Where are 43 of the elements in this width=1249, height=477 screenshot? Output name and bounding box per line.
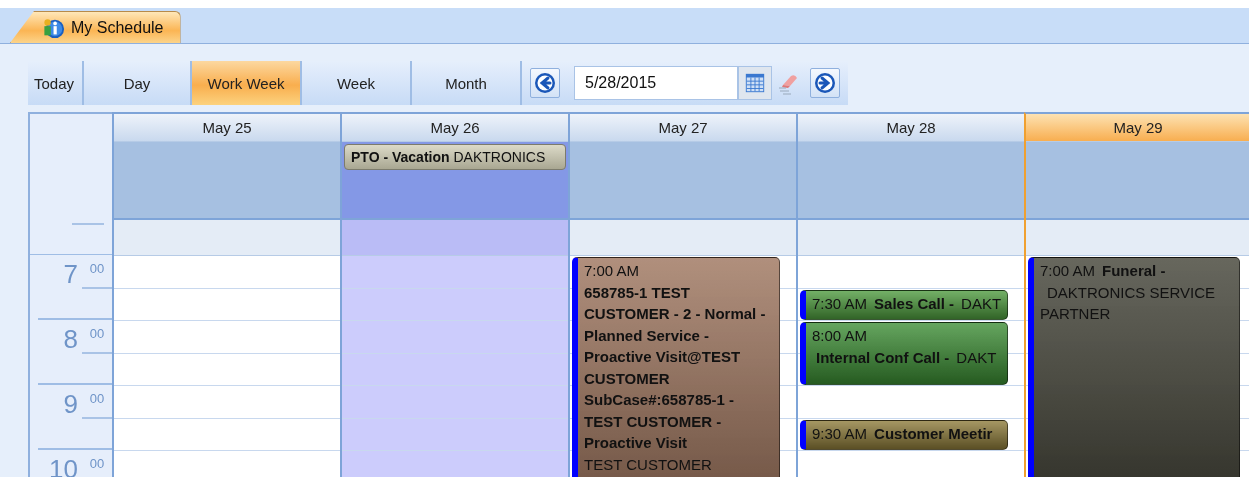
view-button[interactable]: Month — [412, 61, 522, 105]
appointment[interactable]: 9:30 AM Customer Meetir — [800, 419, 1008, 450]
time-slot[interactable] — [570, 220, 796, 256]
calendar-icon — [743, 72, 767, 94]
all-day-event[interactable]: PTO - Vacation DAKTRONICS — [344, 144, 566, 170]
time-slot[interactable] — [342, 220, 568, 256]
next-button[interactable] — [810, 68, 840, 98]
day-header: May 26 — [342, 114, 568, 142]
hour-label: 7 — [62, 258, 79, 291]
info-icon — [43, 16, 65, 39]
day-header: May 29 — [1026, 114, 1249, 142]
appointment-location: DAKT — [961, 294, 1002, 312]
appointment-title: Sales Call - — [874, 294, 955, 312]
appointment-title: Internal Conf Call - — [816, 348, 950, 366]
hour-label: 9 — [62, 388, 79, 421]
appointment-time: 7:00 AM — [1040, 262, 1096, 279]
appointment-title: Funeral - — [1102, 262, 1166, 279]
appointment-location: DAKTRONICS SERVICE PARTNER — [1040, 283, 1216, 322]
appointment[interactable]: 7:30 AM Sales Call - DAKT — [800, 289, 1008, 320]
time-slot[interactable] — [114, 220, 340, 256]
appointment-time: 7:30 AM — [812, 294, 868, 312]
appointment-title: 658785-1 TEST CUSTOMER - 2 - Normal - Planned Service - Proactive Visit@TEST CUSTOMER SubCase#:658785-1 - TEST CUSTOMER - Proactive Visit — [584, 282, 767, 453]
view-button[interactable]: Today — [28, 61, 84, 105]
appointment-time: 7:00 AM — [584, 261, 641, 281]
appointment-time: 9:30 AM — [812, 424, 868, 442]
time-slot[interactable] — [1026, 220, 1249, 256]
date-field[interactable]: 5/28/2015 — [574, 66, 738, 100]
previous-button[interactable] — [530, 68, 560, 98]
appointment[interactable]: 8:00 AM Internal Conf Call - DAKT — [800, 322, 1008, 385]
appointment-title: Customer Meetir — [874, 424, 993, 442]
appointment-location: DAKT — [956, 348, 997, 366]
appointment-location: TEST CUSTOMER — [584, 454, 713, 475]
time-slot[interactable] — [798, 220, 1024, 256]
day-header: May 25 — [114, 114, 340, 142]
day-header: May 27 — [570, 114, 796, 142]
appointment-time: 8:00 AM — [812, 326, 869, 346]
time-grid[interactable] — [342, 256, 568, 477]
schedule-tab[interactable]: My Schedule — [10, 11, 181, 43]
calendar-button[interactable] — [738, 66, 772, 100]
view-button[interactable]: Work Week — [192, 61, 302, 105]
hour-label: 8 — [62, 323, 79, 356]
day-header: May 28 — [798, 114, 1024, 142]
view-button[interactable]: Week — [302, 61, 412, 105]
